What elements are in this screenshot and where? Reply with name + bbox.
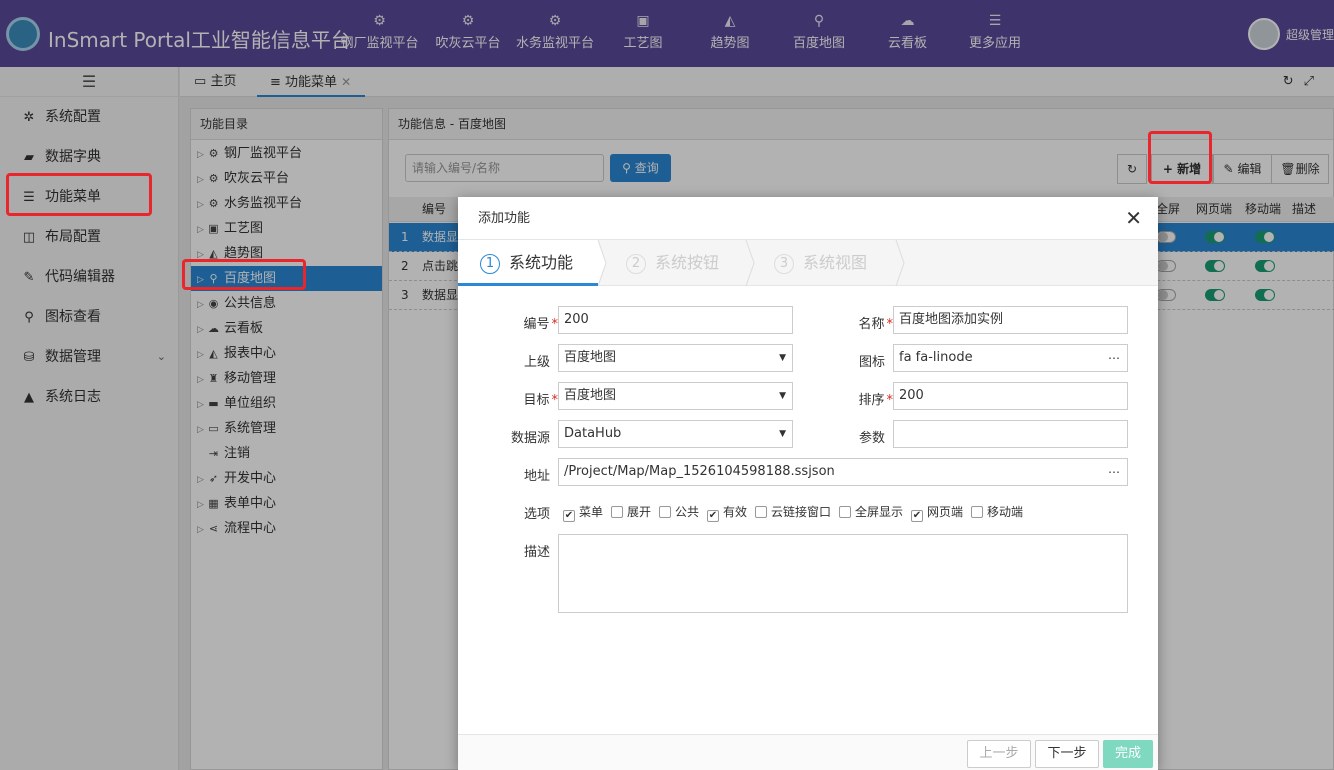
prev-button[interactable]: 上一步 bbox=[967, 740, 1031, 768]
params-field[interactable] bbox=[893, 420, 1128, 448]
checkbox-checked-icon: ✔ bbox=[707, 510, 719, 522]
sort-label: 排序 * bbox=[858, 393, 893, 408]
datasource-label: 数据源 bbox=[510, 431, 550, 446]
parent-select[interactable]: 百度地图 ▼ bbox=[558, 344, 793, 372]
options-label: 选项 bbox=[523, 507, 550, 522]
checkbox-icon bbox=[659, 506, 671, 518]
dialog-footer: 上一步 下一步 完成 bbox=[458, 734, 1158, 770]
caret-down-icon: ▼ bbox=[779, 429, 786, 439]
code-field[interactable]: 200 bbox=[558, 306, 793, 334]
highlight-box bbox=[1148, 131, 1212, 184]
highlight-box bbox=[182, 259, 306, 290]
checkbox-checked-icon: ✔ bbox=[911, 510, 923, 522]
option-cloud-link-checkbox[interactable]: 云链接窗口 bbox=[755, 504, 831, 520]
checkbox-checked-icon: ✔ bbox=[563, 510, 575, 522]
target-label: 目标 * bbox=[523, 393, 558, 408]
description-label: 描述 bbox=[523, 545, 550, 560]
checkbox-icon bbox=[755, 506, 767, 518]
wizard-steps: 1 系统功能 2 系统按钮 3 系统视图 bbox=[458, 240, 1158, 286]
active-step-indicator bbox=[458, 283, 598, 286]
icon-field[interactable]: fa fa-linode… bbox=[893, 344, 1128, 372]
icon-label: 图标 bbox=[858, 355, 885, 370]
code-label: 编号 * bbox=[523, 317, 558, 332]
checkbox-icon bbox=[839, 506, 851, 518]
description-textarea[interactable] bbox=[558, 534, 1128, 613]
checkbox-icon bbox=[971, 506, 983, 518]
option-valid-checkbox[interactable]: ✔ 有效 bbox=[707, 504, 747, 522]
option-expand-checkbox[interactable]: 展开 bbox=[611, 504, 651, 520]
option-mobile-checkbox[interactable]: 移动端 bbox=[971, 504, 1023, 520]
finish-button[interactable]: 完成 bbox=[1103, 740, 1153, 768]
add-function-dialog: 添加功能 ✕ 1 系统功能 2 系统按钮 3 系统视图 编号 * 200 名称 * 百度地… bbox=[458, 197, 1158, 770]
datasource-select[interactable]: DataHub ▼ bbox=[558, 420, 793, 448]
caret-down-icon: ▼ bbox=[779, 391, 786, 401]
option-public-checkbox[interactable]: 公共 bbox=[659, 504, 699, 520]
parent-label: 上级 bbox=[523, 355, 550, 370]
address-label: 地址 bbox=[523, 469, 550, 484]
close-icon[interactable]: ✕ bbox=[1125, 205, 1142, 231]
dialog-title: 添加功能 bbox=[458, 197, 1158, 240]
highlight-box bbox=[6, 173, 152, 216]
ellipsis-icon: … bbox=[1108, 462, 1121, 476]
next-button[interactable]: 下一步 bbox=[1035, 740, 1099, 768]
ellipsis-icon: … bbox=[1108, 348, 1121, 362]
option-menu-checkbox[interactable]: ✔ 菜单 bbox=[563, 504, 603, 522]
option-web-checkbox[interactable]: ✔ 网页端 bbox=[911, 504, 963, 522]
params-label: 参数 bbox=[858, 431, 885, 446]
caret-down-icon: ▼ bbox=[779, 353, 786, 363]
target-select[interactable]: 百度地图 ▼ bbox=[558, 382, 793, 410]
sort-field[interactable]: 200 bbox=[893, 382, 1128, 410]
step-separators bbox=[597, 240, 905, 286]
name-field[interactable]: 百度地图添加实例 bbox=[893, 306, 1128, 334]
address-field[interactable]: /Project/Map/Map_1526104598188.ssjson… bbox=[558, 458, 1128, 486]
option-fullscreen-checkbox[interactable]: 全屏显示 bbox=[839, 504, 903, 520]
checkbox-icon bbox=[611, 506, 623, 518]
name-label: 名称 * bbox=[858, 317, 893, 332]
